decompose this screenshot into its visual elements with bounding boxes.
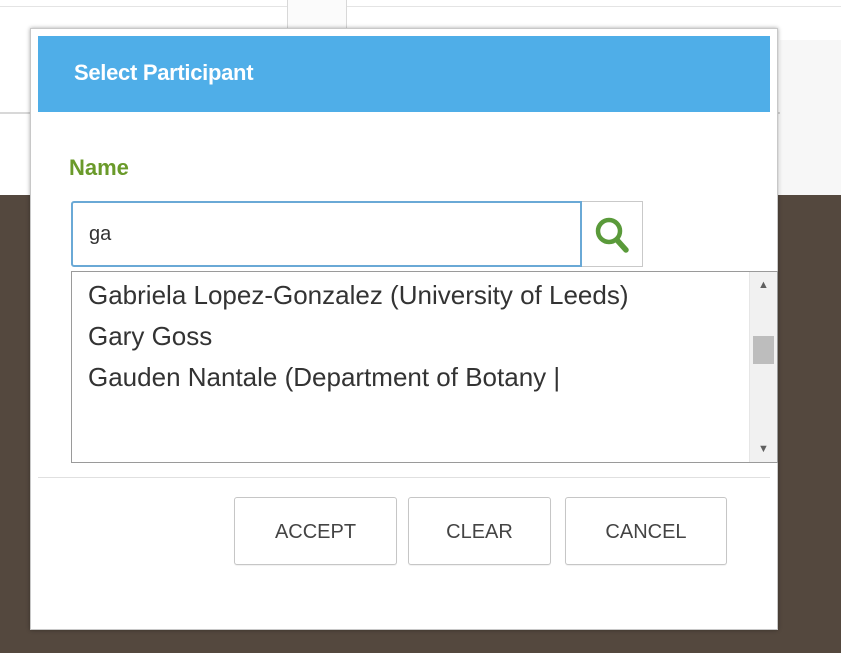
- scrollbar[interactable]: ▲ ▼: [749, 272, 777, 462]
- results-dropdown: Gabriela Lopez-Gonzalez (University of L…: [71, 271, 778, 463]
- select-participant-dialog: Select Participant Name Gabriela Lopez-G…: [30, 28, 778, 630]
- search-icon: [595, 217, 629, 253]
- background-panel: [780, 40, 841, 195]
- scroll-down-arrow-icon[interactable]: ▼: [750, 436, 777, 462]
- background-divider: [0, 6, 841, 7]
- list-item[interactable]: Gauden Nantale (Department of Botany |: [72, 357, 688, 398]
- clear-button[interactable]: CLEAR: [408, 497, 551, 565]
- name-search-input[interactable]: [71, 201, 582, 267]
- name-label: Name: [69, 155, 129, 180]
- search-button[interactable]: [582, 201, 643, 267]
- cancel-button[interactable]: CANCEL: [565, 497, 727, 565]
- list-item[interactable]: Gary Goss: [72, 316, 688, 357]
- dialog-header: Select Participant: [38, 36, 770, 112]
- results-list: Gabriela Lopez-Gonzalez (University of L…: [72, 272, 748, 462]
- scroll-up-arrow-icon[interactable]: ▲: [750, 272, 777, 298]
- scroll-thumb[interactable]: [753, 336, 774, 364]
- accept-button[interactable]: ACCEPT: [234, 497, 397, 565]
- list-item[interactable]: Gabriela Lopez-Gonzalez (University of L…: [72, 272, 688, 316]
- footer-divider: [38, 477, 770, 478]
- search-group: [71, 201, 643, 267]
- dialog-title: Select Participant: [74, 60, 254, 85]
